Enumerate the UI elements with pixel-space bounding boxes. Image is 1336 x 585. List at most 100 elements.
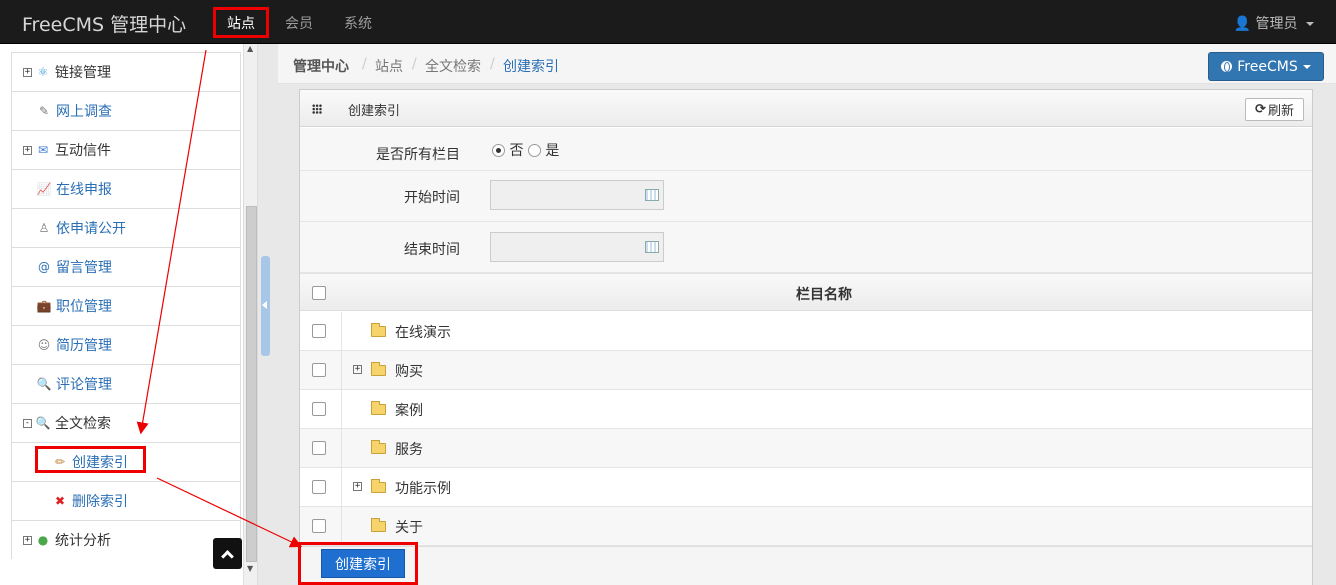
column-divider [341, 312, 342, 351]
expand-icon[interactable]: + [353, 365, 362, 374]
all-channels-label: 是否所有栏目 [376, 147, 460, 163]
all-channels-options: 否 是 [492, 140, 559, 160]
expand-icon[interactable]: + [23, 145, 32, 155]
collapse-icon[interactable]: - [23, 418, 32, 428]
arrow-up-icon [221, 549, 234, 563]
user-name: 管理员 [1255, 16, 1298, 32]
select-all-checkbox[interactable] [312, 286, 326, 300]
table-row[interactable]: 关于 [300, 507, 1312, 546]
refresh-icon: ⟳ [1255, 102, 1266, 117]
grid-icon [312, 104, 322, 114]
breadcrumb-home[interactable]: 管理中心 [293, 56, 349, 76]
sidebar-item[interactable]: ☺ 简历管理 [11, 325, 241, 364]
globe-icon [1221, 61, 1233, 72]
channel-name[interactable]: 关于 [395, 517, 423, 537]
sidebar-scrollbar[interactable]: ▲ ▼ [243, 44, 257, 585]
refresh-label: 刷新 [1267, 104, 1294, 119]
breadcrumb-separator: / [362, 56, 367, 72]
sidebar-item-label: 删除索引 [72, 494, 128, 510]
annotation-box-create-index-button [298, 542, 418, 585]
column-divider [341, 429, 342, 468]
sidebar-item[interactable]: 💼 职位管理 [11, 286, 241, 325]
sidebar-item-label: 在线申报 [56, 182, 112, 198]
arrow-left-icon [262, 301, 267, 309]
radio-no-label[interactable]: 否 [509, 143, 523, 159]
sidebar-item[interactable]: - 🔍 全文检索 [11, 403, 241, 442]
sidebar-item[interactable]: @ 留言管理 [11, 247, 241, 286]
sidebar-item[interactable]: ✖ 删除索引 [11, 481, 241, 520]
sidebar-item-label: 互动信件 [55, 143, 111, 159]
radio-yes[interactable] [527, 144, 541, 157]
back-to-top-button[interactable] [213, 538, 242, 569]
annotation-box-create-index-menu [35, 446, 146, 473]
column-divider [341, 468, 342, 507]
radio-yes-label[interactable]: 是 [545, 143, 559, 159]
row-checkbox[interactable] [312, 441, 326, 455]
sidebar-item-label: 简历管理 [56, 338, 112, 354]
table-row[interactable]: 案例 [300, 390, 1312, 429]
survey-icon: ✎ [38, 104, 50, 118]
table-row[interactable]: 服务 [300, 429, 1312, 468]
sidebar-item-label: 统计分析 [55, 533, 111, 549]
channel-name[interactable]: 购买 [395, 361, 423, 381]
nav-item-member[interactable]: 会员 [285, 13, 313, 33]
calendar-icon[interactable] [645, 189, 659, 201]
folder-icon [371, 323, 386, 337]
form-row-end-time: 结束时间 [300, 222, 1312, 273]
sidebar-item[interactable]: 🔍 评论管理 [11, 364, 241, 403]
row-checkbox[interactable] [312, 402, 326, 416]
annotation-box-site [213, 7, 269, 38]
start-time-input[interactable] [490, 180, 664, 210]
table-row[interactable]: + 购买 [300, 351, 1312, 390]
sidebar-item[interactable]: 📈 在线申报 [11, 169, 241, 208]
scroll-down-icon[interactable]: ▼ [247, 564, 253, 573]
expand-icon[interactable]: + [23, 67, 32, 77]
channel-name[interactable]: 案例 [395, 400, 423, 420]
channel-name[interactable]: 在线演示 [395, 322, 451, 342]
sidebar-item[interactable]: + ✉ 互动信件 [11, 130, 241, 169]
expand-icon[interactable]: + [353, 482, 362, 491]
panel-header: 创建索引 ⟳ 刷新 [300, 90, 1312, 127]
sidebar-item[interactable]: + ⚛ 链接管理 [11, 52, 241, 91]
table-row[interactable]: 在线演示 [300, 312, 1312, 351]
magnifier-icon: 🔍 [35, 416, 51, 430]
table-header: 栏目名称 [300, 273, 1312, 311]
scroll-thumb[interactable] [246, 206, 257, 562]
row-checkbox[interactable] [312, 363, 326, 377]
brand-title[interactable]: FreeCMS 管理中心 [22, 10, 186, 37]
refresh-button[interactable]: ⟳ 刷新 [1245, 98, 1304, 121]
breadcrumb-site[interactable]: 站点 [375, 56, 403, 76]
sidebar-item-label: 评论管理 [56, 377, 112, 393]
row-checkbox[interactable] [312, 480, 326, 494]
job-icon: 💼 [36, 299, 52, 313]
user-menu[interactable]: 👤 管理员 [1234, 13, 1314, 33]
mail-icon: ✉ [37, 143, 49, 157]
sidebar-item[interactable]: ♙ 依申请公开 [11, 208, 241, 247]
top-navbar: FreeCMS 管理中心 站点 会员 系统 👤 管理员 [0, 0, 1336, 44]
channel-name[interactable]: 服务 [395, 439, 423, 459]
scroll-up-icon[interactable]: ▲ [247, 44, 253, 53]
end-time-input[interactable] [490, 232, 664, 262]
radio-no[interactable] [492, 144, 505, 157]
sidebar-item-label: 网上调查 [56, 104, 112, 120]
nav-item-system[interactable]: 系统 [344, 13, 372, 33]
sidebar-item[interactable]: + ● 统计分析 [11, 520, 241, 559]
row-checkbox[interactable] [312, 519, 326, 533]
folder-icon [371, 518, 386, 532]
comment-icon: 🔍 [36, 377, 52, 391]
chevron-down-icon [1302, 64, 1311, 69]
site-switch-button[interactable]: FreeCMS [1208, 52, 1324, 81]
sidebar-collapse-handle[interactable] [261, 256, 270, 356]
expand-icon[interactable]: + [23, 535, 32, 545]
users-icon: ☺ [37, 338, 51, 352]
start-time-label: 开始时间 [404, 190, 460, 206]
column-divider [341, 507, 342, 546]
channel-name[interactable]: 功能示例 [395, 478, 451, 498]
row-checkbox[interactable] [312, 324, 326, 338]
calendar-icon[interactable] [645, 241, 659, 253]
sidebar-item[interactable]: ✎ 网上调查 [11, 91, 241, 130]
breadcrumb-fulltext[interactable]: 全文检索 [425, 56, 481, 76]
folder-icon [371, 479, 386, 493]
column-divider [341, 390, 342, 429]
table-row[interactable]: + 功能示例 [300, 468, 1312, 507]
